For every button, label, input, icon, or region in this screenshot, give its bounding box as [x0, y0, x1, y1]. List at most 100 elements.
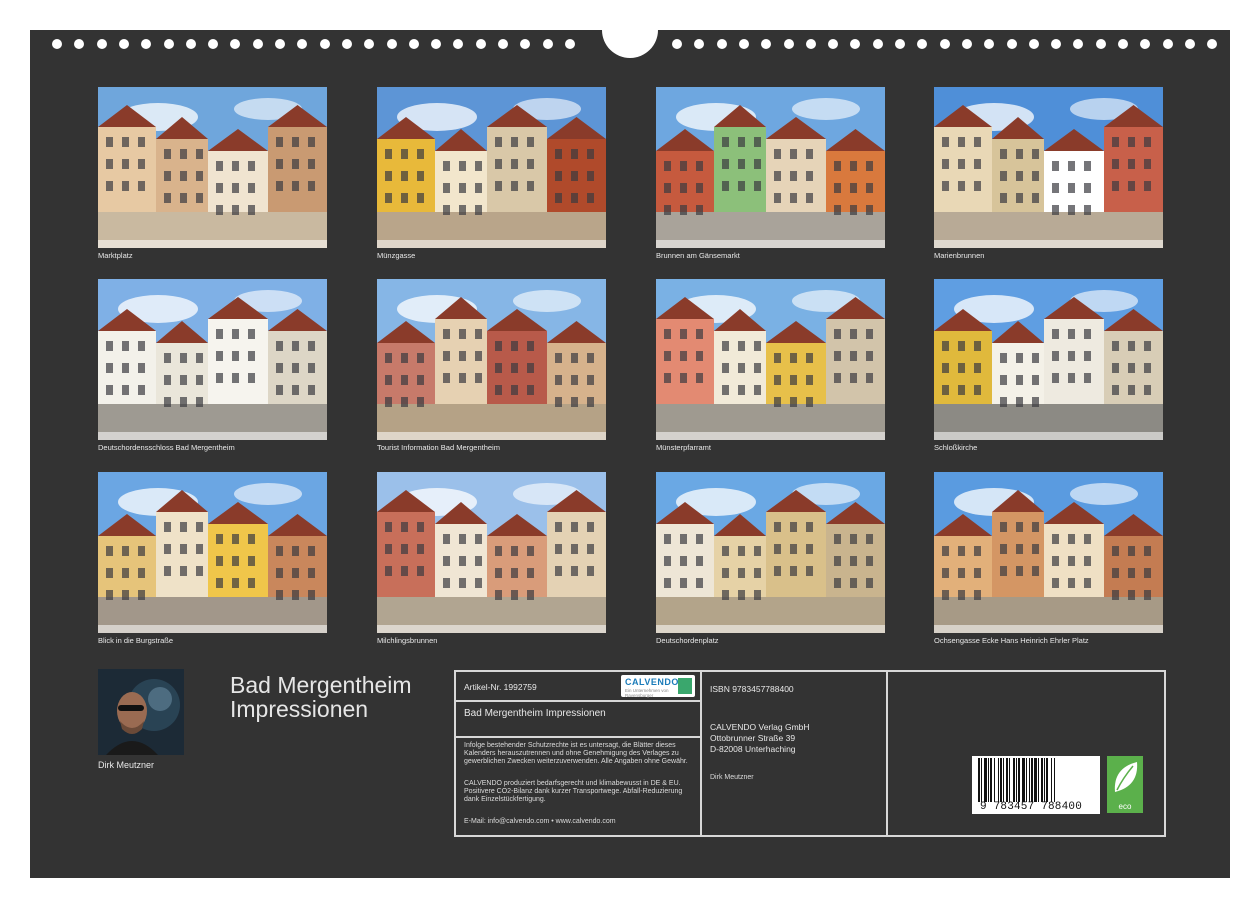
photo-image: [934, 279, 1163, 440]
binding-hole: [783, 39, 794, 49]
photo-caption: Ochsengasse Ecke Hans Heinrich Ehrler Pl…: [934, 636, 1089, 645]
publisher-name: CALVENDO Verlag GmbH: [710, 722, 810, 732]
author-name: Dirk Meutzner: [98, 760, 155, 770]
title-line-1: Bad Mergentheim: [230, 672, 412, 698]
binding-hole: [984, 39, 995, 49]
calvendo-logo: CALVENDO Ein Unternehmen von Ravensburge…: [621, 675, 695, 698]
eco-badge: eco: [1107, 756, 1143, 813]
calendar-back-sheet: Marktplatz Münzgasse Brunnen am Gänsemarkt…: [30, 28, 1230, 878]
photo-caption: Marienbrunnen: [934, 251, 985, 260]
binding-hole: [185, 39, 196, 49]
binding-hole: [850, 39, 861, 49]
photo-image: [934, 472, 1163, 633]
binding-hole: [453, 39, 464, 49]
binding-hole: [1140, 39, 1151, 49]
info-calendar-title: Bad Mergentheim Impressionen: [464, 708, 606, 719]
binding-hole: [475, 39, 486, 49]
binding-hole: [1184, 39, 1195, 49]
info-column-article: Artikel-Nr. 1992759 CALVENDO Ein Unterne…: [456, 672, 702, 835]
binding-hole: [1051, 39, 1062, 49]
binding-hole: [319, 39, 330, 49]
photo-caption: Deutschordensschloss Bad Mergentheim: [98, 443, 235, 452]
binding-hole: [672, 39, 682, 49]
barcode: 9 783457 788400: [972, 756, 1100, 814]
binding-hole: [917, 39, 928, 49]
logo-text: CALVENDO: [625, 677, 679, 687]
legal-notice: Infolge bestehender Schutzrechte ist es …: [464, 742, 688, 765]
photo-image: [377, 87, 606, 248]
binding-hole: [431, 39, 442, 49]
photo-image: [656, 279, 885, 440]
binding-hole: [694, 39, 705, 49]
leaf-icon: [1114, 762, 1138, 792]
photo-image: [98, 472, 327, 633]
binding-hole: [74, 39, 85, 49]
article-number: Artikel-Nr. 1992759: [464, 682, 537, 692]
info-column-publisher: ISBN 9783457788400 CALVENDO Verlag GmbH …: [702, 672, 888, 835]
photo-image: [377, 472, 606, 633]
binding-hole: [828, 39, 839, 49]
binding-hole: [895, 39, 905, 49]
binding-hole: [208, 39, 219, 49]
photo-caption: Brunnen am Gänsemarkt: [656, 251, 740, 260]
binding-hole: [230, 39, 241, 49]
binding-hole: [1006, 39, 1017, 49]
binding-hole: [805, 39, 816, 49]
binding-hole: [1207, 39, 1218, 49]
binding-hole: [408, 39, 419, 49]
photo-caption: Deutschordenplatz: [656, 636, 719, 645]
binding-hole: [738, 39, 749, 49]
binding-hole: [1028, 39, 1039, 49]
contact-line: E-Mail: info@calvendo.com • www.calvendo…: [464, 818, 616, 825]
publisher-street: Ottobrunner Straße 39: [710, 733, 796, 743]
logo-mark-icon: [678, 678, 692, 694]
photo-caption: Marktplatz: [98, 251, 133, 260]
title-line-2: Impressionen: [230, 696, 369, 722]
photo-caption: Münsterpfarramt: [656, 443, 712, 452]
binding-hole: [761, 39, 772, 49]
calendar-title: Bad Mergentheim Impressionen: [230, 673, 412, 721]
binding-hole: [716, 39, 727, 49]
photo-image: [656, 472, 885, 633]
binding-hole: [961, 39, 972, 49]
binding-hole: [1073, 39, 1084, 49]
binding-hole: [341, 39, 352, 49]
author-portrait: [98, 669, 184, 755]
binding-hole: [252, 39, 263, 49]
eco-notice: CALVENDO produziert bedarfsgerecht und k…: [464, 780, 683, 803]
photo-image: [934, 87, 1163, 248]
binding-hole: [872, 39, 883, 49]
binding-hole: [297, 39, 308, 49]
binding-hole: [386, 39, 397, 49]
barcode-number: 9 783457 788400: [980, 801, 1083, 813]
binding-hole: [1095, 39, 1106, 49]
photo-caption: Schloßkirche: [934, 443, 978, 452]
binding-hole: [118, 39, 129, 49]
binding-hole: [141, 39, 152, 49]
isbn: ISBN 9783457788400: [710, 684, 794, 694]
publisher-city: D-82008 Unterhaching: [710, 744, 796, 754]
calendar-title-row: Bad Mergentheim Impressionen: [456, 702, 700, 738]
binding-hole: [275, 39, 285, 49]
binding-hole: [520, 39, 531, 49]
photo-caption: Blick in die Burgstraße: [98, 636, 174, 645]
binding-hole: [364, 39, 375, 49]
binding-hole: [163, 39, 174, 49]
binding-hole: [564, 39, 575, 49]
photo-image: [98, 87, 327, 248]
photo-caption: Münzgasse: [377, 251, 416, 260]
barcode-bars: [978, 758, 1055, 802]
photo-caption: Milchlingsbrunnen: [377, 636, 438, 645]
binding-hole: [1118, 39, 1128, 49]
photo-caption: Tourist Information Bad Mergentheim: [377, 443, 500, 452]
eco-label: eco: [1118, 802, 1132, 811]
photo-image: [656, 87, 885, 248]
photo-image: [377, 279, 606, 440]
info-column-barcode: 9 783457 788400 eco: [888, 672, 1164, 835]
binding-hole: [52, 39, 62, 49]
info-author: Dirk Meutzner: [710, 774, 754, 781]
binding-hole: [1162, 39, 1173, 49]
binding-hole: [939, 39, 950, 49]
photo-image: [98, 279, 327, 440]
article-row: Artikel-Nr. 1992759 CALVENDO Ein Unterne…: [456, 672, 700, 702]
